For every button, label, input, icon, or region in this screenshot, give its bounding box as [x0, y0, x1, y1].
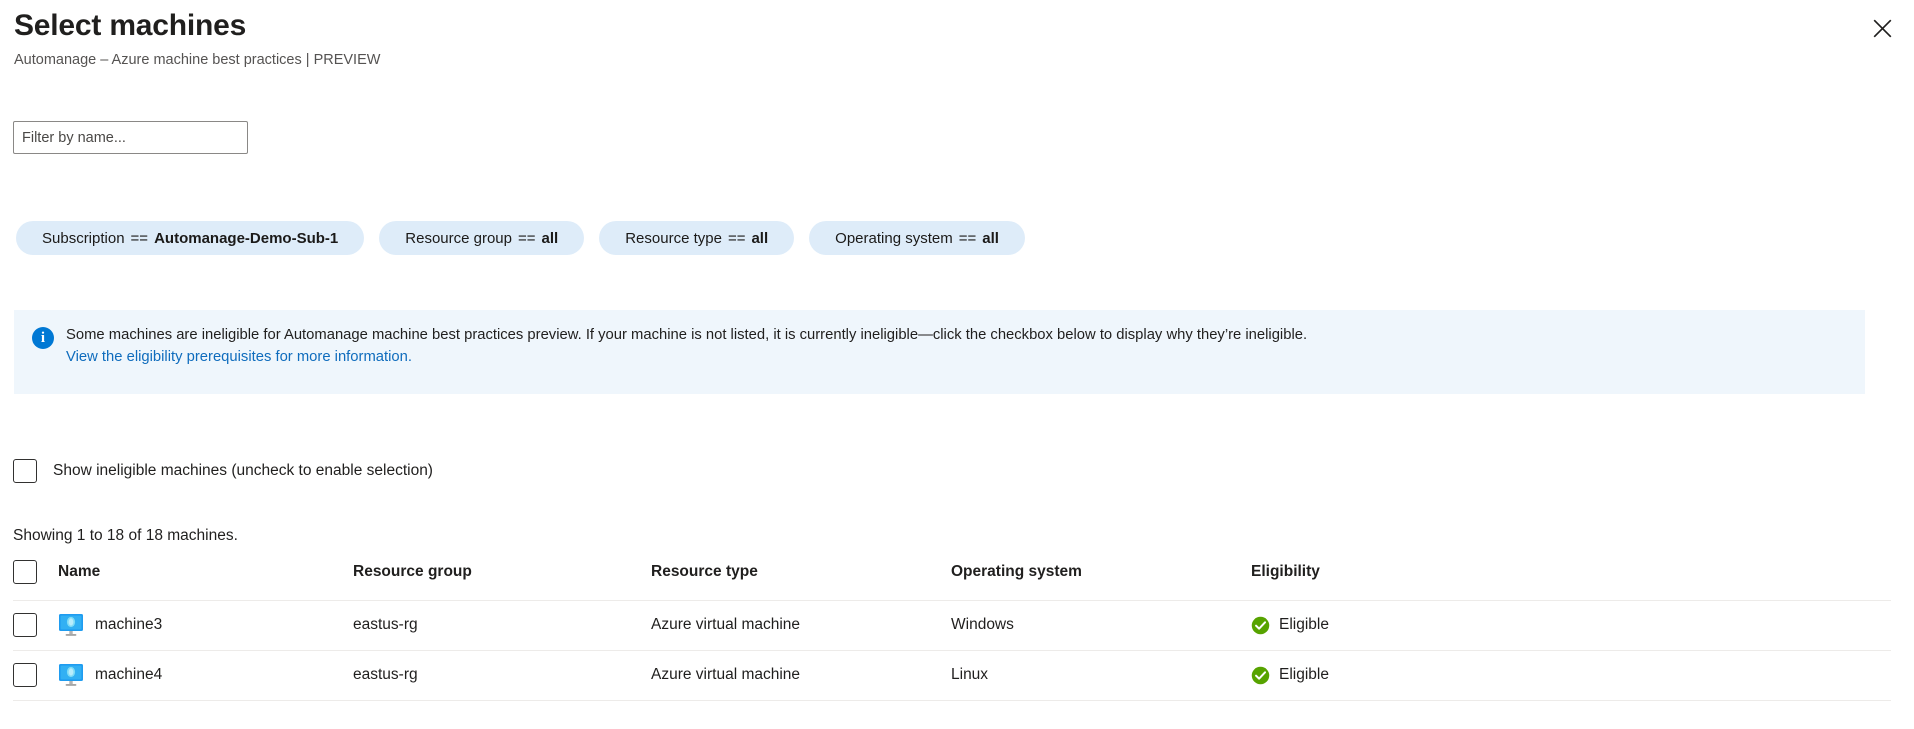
show-ineligible-row: Show ineligible machines (uncheck to ena…: [13, 459, 433, 483]
close-icon: [1872, 18, 1893, 39]
filter-pill-resource-group[interactable]: Resource group == all: [379, 221, 585, 255]
virtual-machine-icon: [58, 663, 84, 687]
filter-pill-value: all: [751, 229, 769, 247]
cell-operating-system: Linux: [951, 650, 1251, 701]
row-checkbox[interactable]: [13, 663, 37, 687]
info-banner: i Some machines are ineligible for Autom…: [14, 310, 1865, 394]
cell-operating-system: Windows: [951, 600, 1251, 651]
table-row[interactable]: machine3 eastus-rg Azure virtual machine…: [13, 600, 1891, 651]
column-header-eligibility[interactable]: Eligibility: [1251, 560, 1891, 601]
eligibility-prerequisites-link[interactable]: View the eligibility prerequisites for m…: [66, 346, 1307, 368]
filter-pill-key: Operating system: [835, 229, 953, 247]
eligibility-status: Eligible: [1279, 666, 1329, 683]
cell-name: machine3: [58, 600, 353, 651]
filter-pill-subscription[interactable]: Subscription == Automanage-Demo-Sub-1: [16, 221, 365, 255]
page-title: Select machines: [14, 9, 247, 42]
close-button[interactable]: [1864, 10, 1900, 46]
filter-pill-value: Automanage-Demo-Sub-1: [154, 229, 339, 247]
eligibility-status: Eligible: [1279, 616, 1329, 633]
info-icon: i: [32, 327, 54, 349]
table-body: machine3 eastus-rg Azure virtual machine…: [13, 600, 1891, 701]
filter-pill-resource-type[interactable]: Resource type == all: [599, 221, 795, 255]
cell-eligibility: Eligible: [1251, 650, 1891, 701]
machine-name: machine3: [95, 616, 163, 633]
select-all-checkbox[interactable]: [13, 560, 37, 584]
cell-resource-group: eastus-rg: [353, 650, 651, 701]
show-ineligible-label[interactable]: Show ineligible machines (uncheck to ena…: [53, 462, 433, 480]
cell-resource-type: Azure virtual machine: [651, 600, 951, 651]
page-subtitle: Automanage – Azure machine best practice…: [14, 52, 381, 68]
column-header-name[interactable]: Name: [58, 560, 353, 601]
column-header-resource-type[interactable]: Resource type: [651, 560, 951, 601]
cell-resource-type: Azure virtual machine: [651, 650, 951, 701]
filter-pill-operator: ==: [130, 229, 149, 247]
filter-pill-operator: ==: [518, 229, 536, 247]
cell-eligibility: Eligible: [1251, 600, 1891, 651]
table-header: Name Resource group Resource type Operat…: [13, 560, 1891, 601]
machine-name: machine4: [95, 666, 163, 683]
filter-pill-key: Resource group: [405, 229, 512, 247]
filter-pill-key: Resource type: [625, 229, 722, 247]
filter-pill-key: Subscription: [42, 229, 125, 247]
filter-pill-operating-system[interactable]: Operating system == all: [809, 221, 1025, 255]
row-select-cell: [13, 650, 58, 701]
machines-table: Name Resource group Resource type Operat…: [13, 560, 1891, 701]
show-ineligible-checkbox[interactable]: [13, 459, 37, 483]
filter-pill-value: all: [982, 229, 999, 247]
filter-pills: Subscription == Automanage-Demo-Sub-1 Re…: [16, 221, 1025, 255]
info-banner-message: Some machines are ineligible for Automan…: [66, 327, 1308, 343]
column-header-resource-group[interactable]: Resource group: [353, 560, 651, 601]
check-circle-icon: [1251, 616, 1270, 635]
filter-pill-operator: ==: [958, 229, 977, 247]
row-checkbox[interactable]: [13, 613, 37, 637]
cell-resource-group: eastus-rg: [353, 600, 651, 651]
info-banner-text-wrap: Some machines are ineligible for Automan…: [66, 324, 1307, 368]
check-circle-icon: [1251, 666, 1270, 685]
row-select-cell: [13, 600, 58, 651]
filter-by-name-input[interactable]: [13, 121, 248, 154]
column-header-operating-system[interactable]: Operating system: [951, 560, 1251, 601]
table-header-row: Name Resource group Resource type Operat…: [13, 560, 1891, 601]
select-all-header: [13, 560, 58, 601]
showing-count: Showing 1 to 18 of 18 machines.: [13, 527, 238, 544]
table-row[interactable]: machine4 eastus-rg Azure virtual machine…: [13, 650, 1891, 701]
cell-name: machine4: [58, 650, 353, 701]
filter-pill-value: all: [541, 229, 559, 247]
virtual-machine-icon: [58, 613, 84, 637]
filter-pill-operator: ==: [727, 229, 746, 247]
